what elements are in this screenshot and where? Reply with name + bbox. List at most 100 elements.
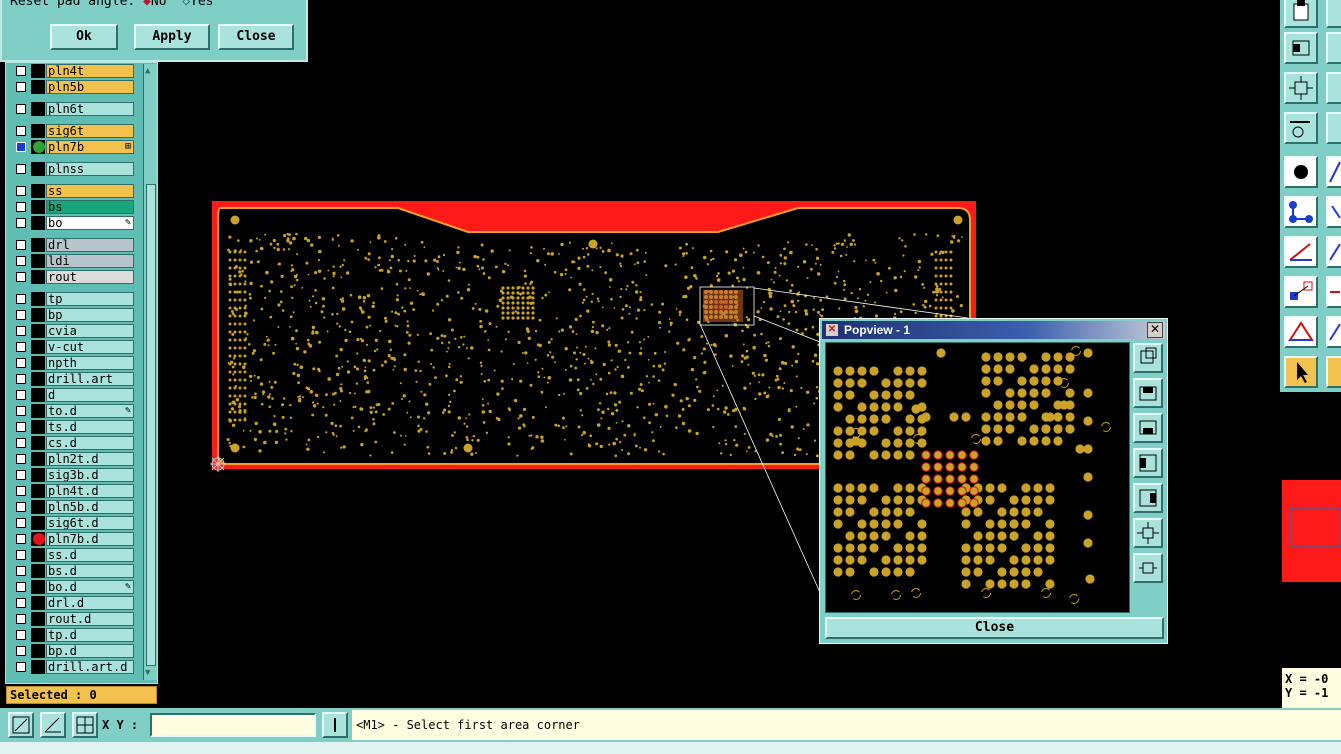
angle-line-icon[interactable] bbox=[1284, 236, 1318, 268]
layer-checkbox[interactable] bbox=[16, 358, 26, 368]
layer-name[interactable]: d bbox=[46, 388, 134, 402]
layer-swatch[interactable] bbox=[31, 80, 45, 94]
layer-name[interactable]: sig6t.d bbox=[46, 516, 134, 530]
net-graph-icon[interactable] bbox=[1284, 196, 1318, 228]
popview-fit-icon[interactable] bbox=[1133, 518, 1163, 548]
layer-row-pln4t[interactable]: pln4t bbox=[13, 64, 135, 78]
layer-name[interactable]: tp bbox=[46, 292, 134, 306]
close-button[interactable]: Close bbox=[218, 24, 294, 50]
layer-row-plnss[interactable]: plnss bbox=[13, 162, 135, 176]
layer-checkbox[interactable] bbox=[16, 566, 26, 576]
layer-checkbox[interactable] bbox=[16, 82, 26, 92]
layer-checkbox[interactable] bbox=[16, 342, 26, 352]
side-tool-6-icon[interactable] bbox=[1326, 196, 1341, 228]
layer-row-ss[interactable]: ss bbox=[13, 184, 135, 198]
side-tool-3-icon[interactable] bbox=[1326, 72, 1341, 104]
layer-swatch[interactable] bbox=[31, 388, 45, 402]
layer-swatch[interactable] bbox=[31, 660, 45, 674]
layer-name[interactable]: pln2t.d bbox=[46, 452, 134, 466]
layer-row-bo.d[interactable]: bo.d ✎ bbox=[13, 580, 135, 594]
triangle-shape-icon[interactable] bbox=[1284, 316, 1318, 348]
layer-checkbox[interactable] bbox=[16, 186, 26, 196]
layer-row-ldi[interactable]: ldi bbox=[13, 254, 135, 268]
layer-checkbox[interactable] bbox=[16, 66, 26, 76]
side-tool-9-icon[interactable] bbox=[1326, 316, 1341, 348]
layer-name[interactable]: pln5b bbox=[46, 80, 134, 94]
popview-zoom-icon[interactable] bbox=[1133, 343, 1163, 373]
zoom-fit-icon[interactable] bbox=[1284, 0, 1318, 28]
layer-row-bp.d[interactable]: bp.d bbox=[13, 644, 135, 658]
layer-name[interactable]: bp.d bbox=[46, 644, 134, 658]
angle-snap-icon[interactable] bbox=[40, 712, 66, 738]
layer-checkbox[interactable] bbox=[16, 598, 26, 608]
layer-row-pln5b[interactable]: pln5b bbox=[13, 80, 135, 94]
layer-name[interactable]: ss.d bbox=[46, 548, 134, 562]
layer-swatch[interactable] bbox=[31, 162, 45, 176]
layer-swatch[interactable] bbox=[31, 200, 45, 214]
layer-swatch[interactable] bbox=[31, 564, 45, 578]
layer-name[interactable]: bo.d ✎ bbox=[46, 580, 134, 594]
layer-swatch[interactable] bbox=[31, 436, 45, 450]
layer-row-ss.d[interactable]: ss.d bbox=[13, 548, 135, 562]
layer-name[interactable]: ss bbox=[46, 184, 134, 198]
popview-titlebar[interactable]: ✕ Popview - 1 ✕ bbox=[822, 321, 1165, 339]
layer-checkbox[interactable] bbox=[16, 454, 26, 464]
layer-row-bp[interactable]: bp bbox=[13, 308, 135, 322]
layer-checkbox[interactable] bbox=[16, 326, 26, 336]
layer-swatch[interactable] bbox=[31, 216, 45, 230]
layer-checkbox[interactable] bbox=[16, 126, 26, 136]
popview-left-icon[interactable] bbox=[1133, 448, 1163, 478]
layer-row-v-cut[interactable]: v-cut bbox=[13, 340, 135, 354]
pad-tool-icon[interactable] bbox=[1284, 156, 1318, 188]
layer-checkbox[interactable] bbox=[16, 534, 26, 544]
layer-name[interactable]: drill.art bbox=[46, 372, 134, 386]
layer-checkbox[interactable] bbox=[16, 294, 26, 304]
popview-canvas[interactable] bbox=[825, 342, 1130, 613]
layer-name[interactable]: bp bbox=[46, 308, 134, 322]
layer-name[interactable]: rout bbox=[46, 270, 134, 284]
layer-checkbox[interactable] bbox=[16, 614, 26, 624]
layer-checkbox[interactable] bbox=[16, 374, 26, 384]
layer-name[interactable]: v-cut bbox=[46, 340, 134, 354]
layer-row-pln6t[interactable]: pln6t bbox=[13, 102, 135, 116]
layer-name[interactable]: rout.d bbox=[46, 612, 134, 626]
layer-checkbox[interactable] bbox=[16, 104, 26, 114]
layer-name[interactable]: pln7b.d bbox=[46, 532, 134, 546]
layer-swatch[interactable] bbox=[31, 102, 45, 116]
layer-swatch[interactable] bbox=[31, 238, 45, 252]
layer-row-sig6t[interactable]: sig6t bbox=[13, 124, 135, 138]
settings-tools-icon[interactable] bbox=[1284, 112, 1318, 144]
layer-name[interactable]: pln7b ⊞ bbox=[46, 140, 134, 154]
layer-row-pln7b[interactable]: pln7b ⊞ bbox=[13, 140, 135, 154]
side-tool-4-icon[interactable] bbox=[1326, 112, 1341, 144]
layer-swatch[interactable] bbox=[31, 644, 45, 658]
side-tool-5-icon[interactable] bbox=[1326, 156, 1341, 188]
layer-name[interactable]: bs.d bbox=[46, 564, 134, 578]
layer-row-npth[interactable]: npth bbox=[13, 356, 135, 370]
layer-swatch[interactable] bbox=[31, 372, 45, 386]
layer-checkbox[interactable] bbox=[16, 470, 26, 480]
layer-checkbox[interactable] bbox=[16, 272, 26, 282]
select-pointer-icon[interactable] bbox=[1284, 356, 1318, 388]
layer-checkbox[interactable] bbox=[16, 486, 26, 496]
layer-swatch[interactable] bbox=[31, 548, 45, 562]
popview-down-icon[interactable] bbox=[1133, 413, 1163, 443]
layer-scrollbar[interactable]: ▲ ▼ bbox=[143, 64, 157, 680]
layer-row-rout[interactable]: rout bbox=[13, 270, 135, 284]
layer-checkbox[interactable] bbox=[16, 142, 26, 152]
radio-yes-icon[interactable]: ◇ bbox=[182, 0, 190, 9]
zoom-area-icon[interactable] bbox=[8, 712, 34, 738]
layer-swatch[interactable] bbox=[31, 500, 45, 514]
layer-checkbox[interactable] bbox=[16, 502, 26, 512]
layer-name[interactable]: ts.d bbox=[46, 420, 134, 434]
layer-swatch[interactable] bbox=[31, 124, 45, 138]
point-place-icon[interactable] bbox=[1284, 276, 1318, 308]
scroll-up-icon[interactable]: ▲ bbox=[145, 66, 150, 76]
layer-swatch[interactable] bbox=[31, 596, 45, 610]
layer-swatch[interactable] bbox=[31, 452, 45, 466]
layer-swatch[interactable] bbox=[31, 516, 45, 530]
layer-swatch[interactable] bbox=[31, 484, 45, 498]
layer-row-bo[interactable]: bo ✎ bbox=[13, 216, 135, 230]
layer-row-sig3b.d[interactable]: sig3b.d bbox=[13, 468, 135, 482]
layer-name[interactable]: cs.d bbox=[46, 436, 134, 450]
